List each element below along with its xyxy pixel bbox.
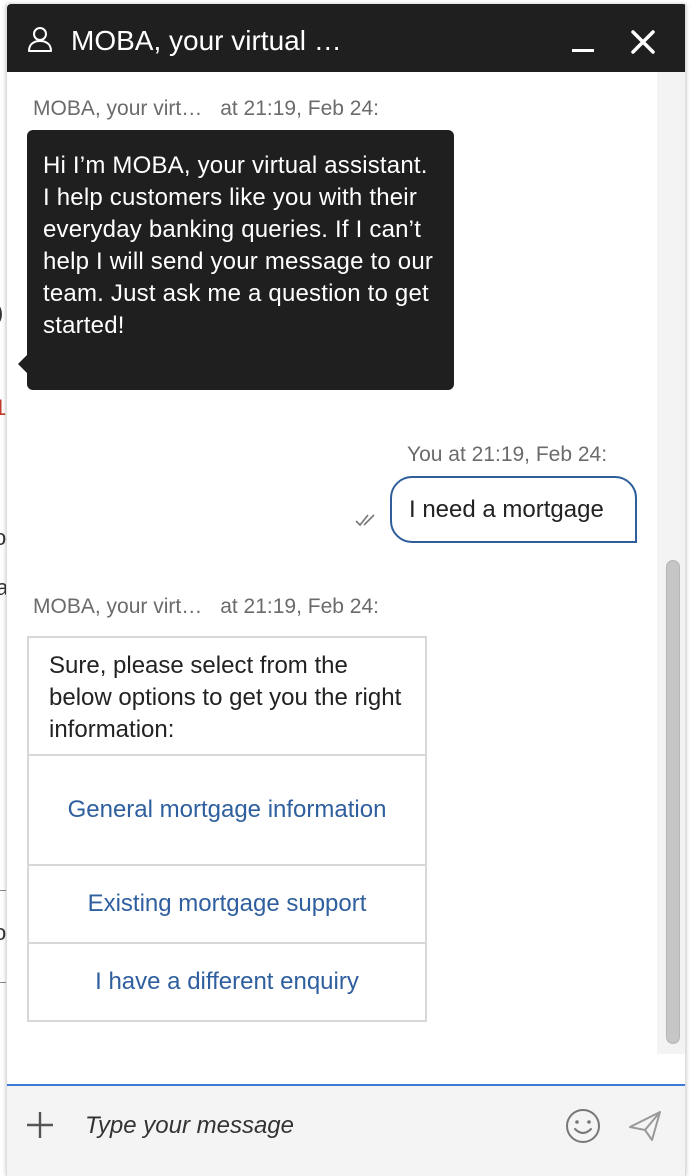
sender-name: MOBA, your virt… (33, 97, 203, 120)
user-message-meta: You at 21:19, Feb 24: (407, 443, 608, 466)
message-time: at 21:19, Feb 24: (220, 595, 379, 618)
attach-button[interactable] (23, 1108, 57, 1142)
quick-reply-prompt: Sure, please select from the below optio… (29, 638, 425, 756)
quick-reply-card: Sure, please select from the below optio… (27, 636, 427, 1022)
option-different-enquiry[interactable]: I have a different enquiry (29, 944, 425, 1020)
message-composer (7, 1084, 685, 1176)
message-time: at 21:19, Feb 24: (220, 97, 379, 120)
user-icon (28, 27, 52, 52)
send-button[interactable] (625, 1106, 665, 1146)
chat-transcript: MOBA, your virt… at 21:19, Feb 24: Hi I’m… (7, 72, 685, 1084)
chat-title: MOBA, your virtual … (71, 25, 342, 56)
emoji-button[interactable] (563, 1106, 603, 1146)
minimize-icon (572, 49, 594, 52)
agent-message-meta: MOBA, your virt… at 21:19, Feb 24: (33, 96, 379, 122)
agent-message-bubble: Hi I’m MOBA, your virtual assistant. I h… (18, 130, 454, 390)
user-message-bubble: I need a mortgage (390, 476, 637, 543)
scrollbar-thumb[interactable] (666, 560, 680, 1044)
minimize-button[interactable] (563, 22, 603, 62)
option-general-mortgage-information[interactable]: General mortgage information (29, 756, 425, 866)
close-icon (631, 30, 655, 54)
chat-window: MOBA, your virtual … MOBA, your virt… at … (6, 4, 686, 1176)
sender-name: MOBA, your virt… (33, 595, 203, 618)
smiley-icon (566, 1109, 600, 1143)
option-existing-mortgage-support[interactable]: Existing mortgage support (29, 866, 425, 944)
agent-message-meta: MOBA, your virt… at 21:19, Feb 24: (33, 594, 379, 620)
send-icon (629, 1111, 661, 1141)
plus-icon (27, 1112, 53, 1138)
background-page-fragment: ) (0, 300, 3, 326)
double-check-icon (355, 514, 375, 527)
chat-header: MOBA, your virtual … (7, 4, 685, 72)
close-button[interactable] (623, 22, 663, 62)
message-input[interactable] (85, 1106, 545, 1146)
